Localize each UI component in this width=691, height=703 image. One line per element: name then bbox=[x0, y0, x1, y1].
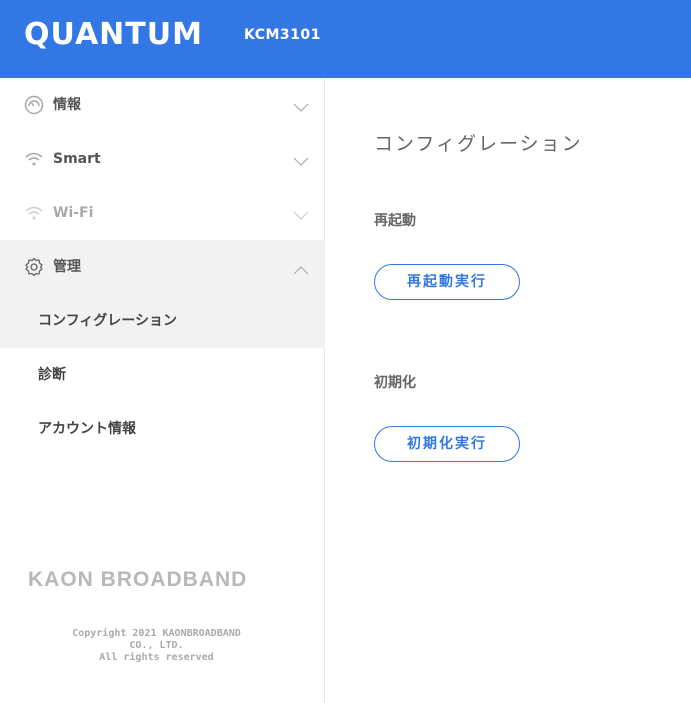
sidebar-item-admin[interactable]: 管理 bbox=[0, 240, 325, 294]
svg-text:KAON BROADBAND: KAON BROADBAND bbox=[28, 568, 247, 590]
chevron-up-icon bbox=[293, 260, 309, 275]
wifi-icon bbox=[24, 203, 44, 223]
copyright-line: CO., LTD. bbox=[129, 640, 184, 651]
chevron-down-icon bbox=[293, 152, 309, 166]
sidebar-subitem-label: アカウント情報 bbox=[38, 421, 136, 437]
sidebar: 情報 Smart Wi-Fi 管理 コンフィグレーション 診断 アカウント情報 … bbox=[0, 78, 325, 703]
model-name: KCM3101 bbox=[244, 27, 321, 43]
top-header: QUANTUM KCM3101 bbox=[0, 0, 691, 78]
sidebar-item-smart[interactable]: Smart bbox=[0, 132, 325, 186]
sidebar-item-wifi[interactable]: Wi-Fi bbox=[0, 186, 325, 240]
sidebar-item-label: Wi-Fi bbox=[53, 205, 94, 221]
gear-icon bbox=[24, 257, 44, 277]
sidebar-item-label: Smart bbox=[53, 151, 101, 167]
kaon-broadband-logo-graphic: KAON BROADBAND bbox=[28, 568, 247, 591]
sidebar-item-label: 管理 bbox=[53, 259, 81, 275]
quantum-logo[interactable]: QUANTUM bbox=[24, 18, 203, 52]
kaon-broadband-logo: KAON BROADBAND bbox=[28, 566, 288, 591]
sidebar-subitem-label: 診断 bbox=[38, 367, 66, 383]
copyright-line: All rights reserved bbox=[99, 652, 214, 663]
sidebar-subitem-configuration[interactable]: コンフィグレーション bbox=[0, 294, 325, 348]
wifi-icon bbox=[24, 149, 44, 169]
main-content: コンフィグレーション 再起動 再起動実行 初期化 初期化実行 bbox=[326, 78, 691, 703]
sidebar-subitem-account-info[interactable]: アカウント情報 bbox=[0, 402, 325, 456]
copyright-text: Copyright 2021 KAONBROADBAND CO., LTD. A… bbox=[0, 628, 313, 664]
section-title-factory-reset: 初期化 bbox=[374, 375, 416, 391]
copyright-line: Copyright 2021 KAONBROADBAND bbox=[72, 628, 241, 639]
factory-reset-button[interactable]: 初期化実行 bbox=[374, 426, 520, 462]
sidebar-subitem-diagnostics[interactable]: 診断 bbox=[0, 348, 325, 402]
sidebar-item-label: 情報 bbox=[53, 97, 81, 113]
chevron-down-icon bbox=[293, 206, 309, 220]
gauge-icon bbox=[24, 95, 44, 115]
reboot-button[interactable]: 再起動実行 bbox=[374, 264, 520, 300]
section-title-reboot: 再起動 bbox=[374, 213, 416, 229]
sidebar-subitem-label: コンフィグレーション bbox=[38, 313, 178, 329]
chevron-down-icon bbox=[293, 98, 309, 112]
sidebar-item-info[interactable]: 情報 bbox=[0, 78, 325, 132]
page-title: コンフィグレーション bbox=[374, 133, 583, 155]
